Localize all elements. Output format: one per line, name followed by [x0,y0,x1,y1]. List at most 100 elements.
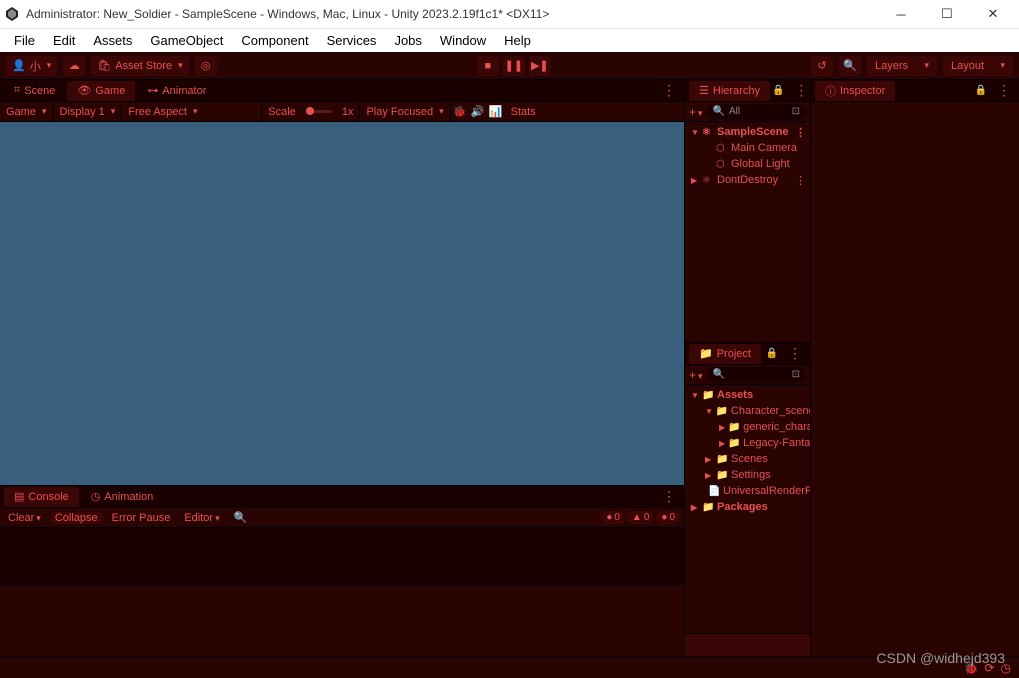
tree-item[interactable]: ▶📁Settings [685,467,810,483]
search-filter-icon[interactable]: ⊡ [792,369,800,380]
clear-button[interactable]: Clear [4,512,45,524]
item-menu-icon[interactable]: ⋮ [795,126,806,139]
tab-project[interactable]: 📁Project [689,344,761,364]
status-refresh-icon[interactable]: ⟳ [984,661,994,675]
inspector-lock-icon[interactable]: 🔒 [975,85,987,96]
settings-button[interactable]: ◎ [195,56,217,76]
console-tab-menu-icon[interactable]: ⋮ [658,488,680,505]
undo-history-button[interactable]: ↺ [811,56,833,76]
project-create-dropdown[interactable]: + [689,368,703,382]
tree-item[interactable]: ⬡Main Camera [685,140,810,156]
expand-arrow-icon[interactable]: ▼ [691,391,699,400]
step-button[interactable]: ▶❚ [529,56,551,76]
menu-help[interactable]: Help [496,30,539,51]
hierarchy-tree[interactable]: ▼⚛SampleScene⋮⬡Main Camera⬡Global Light▶… [685,122,810,342]
menu-window[interactable]: Window [432,30,494,51]
search-filter-icon[interactable]: ⊡ [792,106,800,117]
menu-assets[interactable]: Assets [85,30,140,51]
tree-item[interactable]: ▼📁Assets [685,387,810,403]
menu-services[interactable]: Services [319,30,385,51]
account-dropdown[interactable]: 👤 小 [6,56,57,76]
console-search-icon[interactable]: 🔍 [230,511,252,524]
expand-arrow-icon[interactable]: ▶ [705,455,713,464]
play-mode-dropdown[interactable]: Play Focused [360,102,450,121]
expand-arrow-icon[interactable]: ▶ [691,503,699,512]
warn-count[interactable]: ▲0 [627,511,654,524]
tree-item[interactable]: ▶📁Legacy-Fantasy [685,435,810,451]
inspector-menu-icon[interactable]: ⋮ [993,82,1015,99]
menu-component[interactable]: Component [233,30,316,51]
console-icon: ▤ [14,490,24,503]
expand-arrow-icon[interactable]: ▶ [705,471,713,480]
tree-item[interactable]: ▶📁Packages [685,499,810,515]
stats-toggle[interactable]: Stats [505,102,542,121]
tree-item[interactable]: ⬡Global Light [685,156,810,172]
close-button[interactable]: ✕ [971,1,1015,27]
editor-dropdown[interactable]: Editor [180,512,223,524]
game-viewport[interactable] [0,122,684,485]
layout-dropdown[interactable]: Layout [943,56,1013,76]
tab-animator[interactable]: ⊶Animator [137,81,216,101]
collapse-toggle[interactable]: Collapse [51,512,102,524]
play-button[interactable]: ■ [477,56,499,76]
asset-store-button[interactable]: 🛍 Asset Store [91,56,188,76]
hierarchy-menu-icon[interactable]: ⋮ [790,82,812,99]
scene-game-tabs: ⌗Scene 👁Game ⊶Animator ⋮ [0,80,684,102]
lock-icon[interactable]: 🔒 [772,85,784,96]
tree-item[interactable]: 📄UniversalRenderPipeline [685,483,810,499]
project-lock-icon[interactable]: 🔒 [766,348,778,359]
minimize-button[interactable]: ─ [879,1,923,27]
status-bug-icon[interactable]: 🐞 [964,661,979,675]
tree-item[interactable]: ▶⚛DontDestroy⋮ [685,172,810,188]
project-menu-icon[interactable]: ⋮ [784,345,806,362]
menu-gameobject[interactable]: GameObject [142,30,231,51]
tree-item-label: Legacy-Fantasy [743,437,810,449]
tab-game[interactable]: 👁Game [67,81,135,101]
tab-hierarchy[interactable]: ☰Hierarchy [689,81,770,101]
aspect-dropdown[interactable]: Free Aspect [122,102,262,121]
folder-icon: 📁 [716,406,728,417]
layers-dropdown[interactable]: Layers [867,56,937,76]
tree-item[interactable]: ▼⚛SampleScene⋮ [685,124,810,140]
console-log-area[interactable] [0,528,684,584]
gizmos-icon[interactable]: 📊 [487,105,505,118]
tab-menu-icon[interactable]: ⋮ [658,82,680,99]
project-tree[interactable]: ▼📁Assets▼📁Character_scene▶📁generic_chara… [685,385,810,633]
tab-animation[interactable]: ◷Animation [81,487,164,507]
status-clock-icon[interactable]: ◷ [1001,661,1011,675]
expand-arrow-icon[interactable]: ▼ [705,407,713,416]
mute-audio-icon[interactable]: 🐞 [451,105,469,118]
inspector-body[interactable] [811,102,1019,678]
tab-scene[interactable]: ⌗Scene [4,81,65,101]
scale-slider[interactable] [306,110,332,113]
expand-arrow-icon[interactable]: ▶ [691,176,699,185]
info-count[interactable]: ●0 [656,511,680,524]
tree-item[interactable]: ▶📁generic_character [685,419,810,435]
maximize-button[interactable]: ☐ [925,1,969,27]
menu-jobs[interactable]: Jobs [386,30,429,51]
cloud-button[interactable]: ☁ [63,56,85,76]
create-dropdown[interactable]: + [689,105,703,119]
expand-arrow-icon[interactable]: ▼ [691,128,699,137]
item-menu-icon[interactable]: ⋮ [795,174,806,187]
project-toolbar: + 🔍⊡ [685,365,810,385]
status-bar: 🐞 ⟳ ◷ [0,656,1019,678]
expand-arrow-icon[interactable]: ▶ [719,423,725,432]
display-dropdown[interactable]: Display 1 [54,102,123,121]
audio-icon[interactable]: 🔊 [469,105,487,118]
error-pause-toggle[interactable]: Error Pause [108,512,175,524]
menu-file[interactable]: File [6,30,43,51]
tab-inspector[interactable]: ⓘInspector [815,81,895,101]
tree-item[interactable]: ▶📁Scenes [685,451,810,467]
hierarchy-search[interactable]: 🔍All⊡ [707,104,806,120]
pause-button[interactable]: ❚❚ [503,56,525,76]
tree-item[interactable]: ▼📁Character_scene [685,403,810,419]
tab-console[interactable]: ▤Console [4,487,79,507]
game-device-dropdown[interactable]: Game [0,102,54,121]
error-count[interactable]: ●0 [601,511,625,524]
project-search[interactable]: 🔍⊡ [707,367,806,383]
scene-icon: ⌗ [14,84,20,97]
menu-edit[interactable]: Edit [45,30,83,51]
search-button[interactable]: 🔍 [839,56,861,76]
expand-arrow-icon[interactable]: ▶ [719,439,725,448]
